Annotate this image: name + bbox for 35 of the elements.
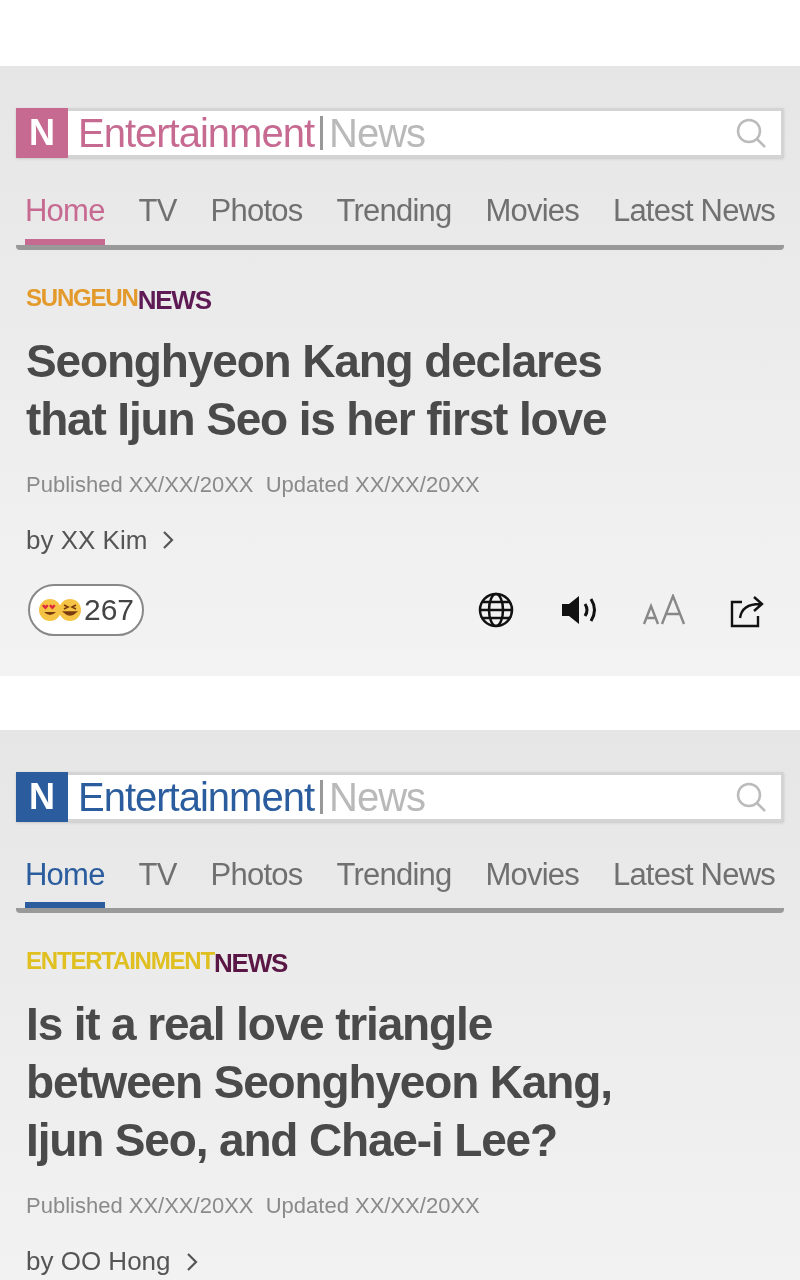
nav-tab[interactable]: TV <box>138 188 177 245</box>
author-link[interactable]: by OO Hong <box>26 1242 199 1280</box>
logo-mark: N <box>16 108 68 158</box>
nav-tab[interactable]: Latest News <box>612 188 775 245</box>
nav-tab[interactable]: Photos <box>210 851 303 908</box>
laughing-emoji-icon <box>58 597 82 622</box>
brand-name: Entertainment <box>78 776 315 817</box>
heart-eyes-emoji-icon <box>38 597 62 622</box>
globe-icon[interactable] <box>478 591 514 628</box>
headline[interactable]: Is it a real love triangle between Seonghyeon Kang, Ijun Seo, and Chae-i Lee? <box>26 995 666 1169</box>
chevron-icon <box>184 1250 199 1273</box>
author-link[interactable]: by XX Kim <box>26 520 176 560</box>
text-size-icon[interactable] <box>642 593 688 626</box>
chevron-icon <box>161 529 176 551</box>
nav-tab[interactable]: Movies <box>485 188 579 245</box>
reaction-button[interactable]: 267 <box>28 583 145 636</box>
source-label: ENTERTAINMENTNEWS <box>26 947 289 973</box>
nav-tab[interactable]: Movies <box>485 851 579 908</box>
logo-mark: N <box>16 771 68 822</box>
nav-tab[interactable]: Trending <box>336 188 452 245</box>
publish-dates: Published XX/XX/20XX Updated XX/XX/20XX <box>26 1192 481 1220</box>
headline[interactable]: Seonghyeon Kang declares that Ijun Seo is her first love <box>26 331 666 448</box>
search-bar[interactable]: N Entertainment News <box>16 771 784 822</box>
nav-tab[interactable]: Latest News <box>612 851 775 908</box>
nav-tab[interactable]: Home <box>25 851 105 908</box>
search-bar[interactable]: N Entertainment News <box>16 108 784 158</box>
section-name: News <box>329 776 426 817</box>
section-name: News <box>329 113 426 153</box>
brand-name: Entertainment <box>78 113 315 153</box>
nav-tab[interactable]: Photos <box>210 188 303 245</box>
nav-tab[interactable]: Home <box>25 188 105 245</box>
nav-tab[interactable]: TV <box>138 851 177 908</box>
nav-tab[interactable]: Trending <box>336 851 452 908</box>
publish-dates: Published XX/XX/20XX Updated XX/XX/20XX <box>26 470 481 499</box>
source-label: SUNGEUNNEWS <box>26 283 212 310</box>
